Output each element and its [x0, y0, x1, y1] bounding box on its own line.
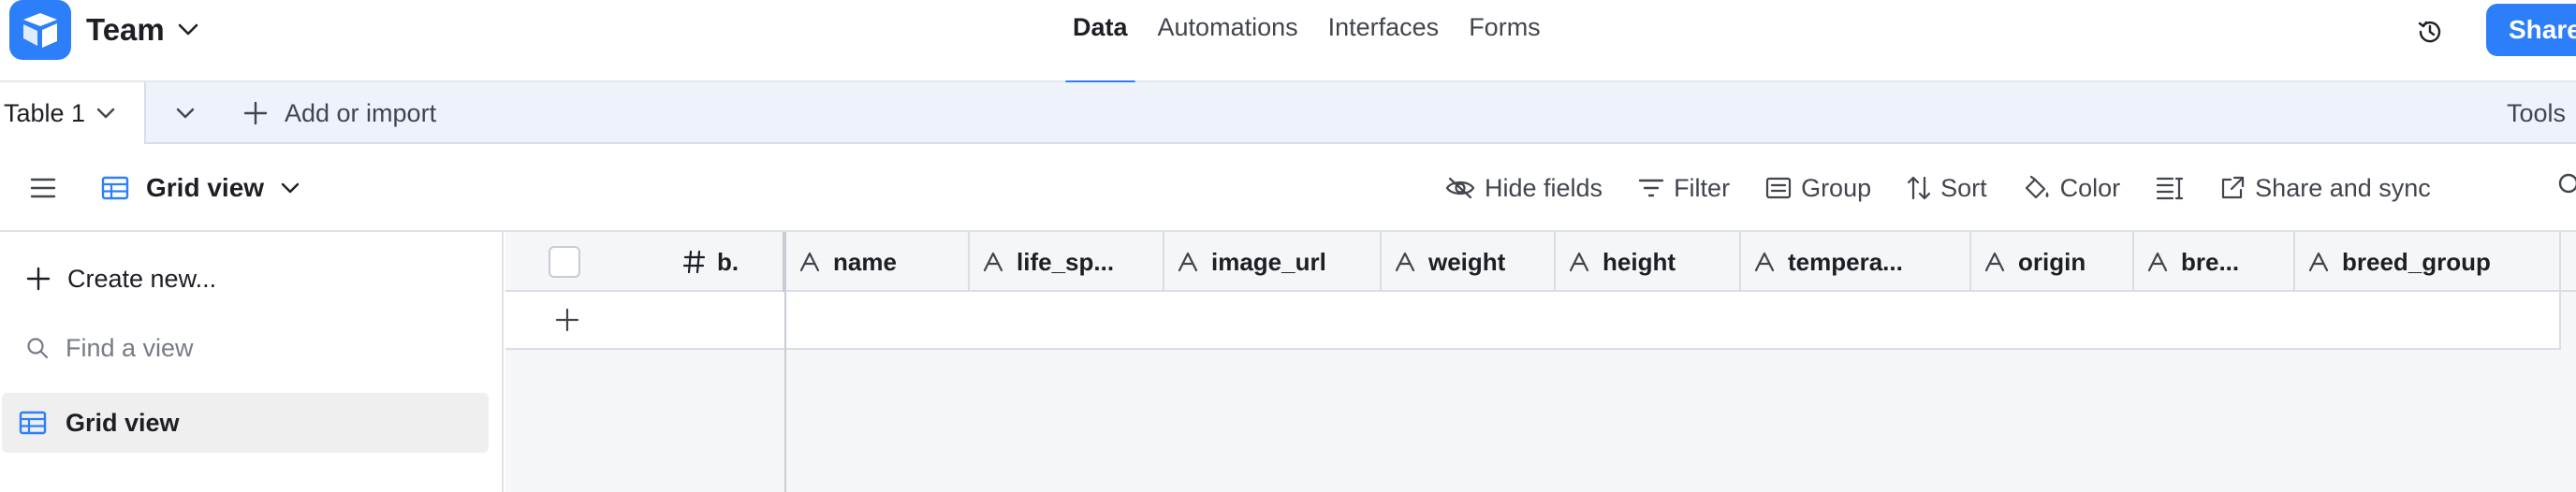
- group-button[interactable]: Group: [1765, 174, 1871, 203]
- tools-menu[interactable]: Tools: [2507, 82, 2566, 144]
- column-header-label: image_url: [1211, 247, 1326, 276]
- share-and-sync-label: Share and sync: [2255, 173, 2431, 202]
- current-view-name: Grid view: [146, 173, 265, 202]
- column-header[interactable]: weight: [1382, 232, 1556, 292]
- color-label: Color: [2059, 173, 2121, 202]
- create-new-label: Create new...: [67, 264, 217, 293]
- select-all-checkbox[interactable]: [549, 246, 580, 278]
- share-button[interactable]: Share: [2486, 4, 2576, 56]
- column-header-label: breed_group: [2342, 247, 2491, 276]
- group-label: Group: [1801, 173, 1872, 202]
- filter-label: Filter: [1674, 173, 1731, 202]
- column-header[interactable]: image_url: [1164, 232, 1382, 292]
- plus-icon: [555, 308, 579, 332]
- column-header-label: tempera...: [1788, 247, 1903, 276]
- text-field-icon: [799, 252, 820, 272]
- tab-table-1[interactable]: Table 1: [0, 82, 146, 144]
- row-height-button[interactable]: [2156, 176, 2184, 200]
- column-header-label: bre...: [2181, 247, 2240, 276]
- primary-field-label: b.: [717, 247, 739, 276]
- base-name: Team: [86, 12, 165, 47]
- search-icon[interactable]: [2557, 172, 2576, 210]
- text-field-icon: [1754, 252, 1775, 272]
- column-header[interactable]: bre...: [2134, 232, 2295, 292]
- sort-label: Sort: [1940, 173, 1987, 202]
- group-icon: [1765, 177, 1792, 199]
- grid-view-icon: [101, 176, 129, 200]
- add-or-import-label: Add or import: [285, 98, 437, 127]
- sidebar-item-label: Grid view: [66, 408, 180, 437]
- color-button[interactable]: Color: [2023, 173, 2121, 203]
- tab-interfaces[interactable]: Interfaces: [1313, 0, 1455, 82]
- add-record-button[interactable]: [549, 301, 586, 339]
- top-navigation: Data Automations Interfaces Forms: [1058, 0, 1556, 84]
- airtable-logo-icon[interactable]: [9, 0, 71, 60]
- column-header-label: weight: [1428, 247, 1506, 276]
- column-header[interactable]: origin: [1971, 232, 2134, 292]
- text-field-icon: [1178, 252, 1198, 272]
- column-header-label: life_sp...: [1017, 247, 1115, 276]
- plus-icon: [26, 267, 51, 291]
- sort-icon: [1907, 175, 1931, 201]
- add-or-import-button[interactable]: Add or import: [243, 82, 436, 144]
- text-field-icon: [2147, 252, 2168, 272]
- view-switcher[interactable]: Grid view: [101, 144, 300, 232]
- tab-forms[interactable]: Forms: [1454, 0, 1556, 82]
- history-icon[interactable]: [2409, 11, 2451, 52]
- text-field-icon: [1984, 252, 2005, 272]
- plus-icon: [243, 101, 268, 125]
- search-icon: [26, 337, 49, 359]
- frozen-column-divider: [784, 232, 786, 492]
- column-header[interactable]: height: [1556, 232, 1741, 292]
- find-view-search: [26, 329, 485, 367]
- row-height-icon: [2156, 176, 2184, 200]
- tab-automations[interactable]: Automations: [1143, 0, 1313, 82]
- chevron-down-icon: [178, 23, 198, 36]
- grid-header-row: b. name life_sp... image_url weight heig…: [505, 232, 2576, 292]
- sort-button[interactable]: Sort: [1907, 174, 1987, 203]
- grid-view-icon: [19, 411, 47, 435]
- hamburger-menu-icon[interactable]: [24, 169, 62, 207]
- frozen-header: b.: [505, 232, 784, 292]
- table-tabs-bar: Table 1 Add or import Tools: [0, 82, 2576, 144]
- column-header[interactable]: breed_group: [2295, 232, 2561, 292]
- share-and-sync-button[interactable]: Share and sync: [2219, 174, 2431, 203]
- tab-data[interactable]: Data: [1058, 0, 1143, 84]
- find-view-input[interactable]: [66, 333, 459, 363]
- column-header-label: origin: [2018, 247, 2086, 276]
- hide-fields-button[interactable]: Hide fields: [1445, 174, 1603, 203]
- column-header[interactable]: tempera...: [1741, 232, 1971, 292]
- column-headers: name life_sp... image_url weight height …: [786, 232, 2561, 292]
- text-field-icon: [2308, 252, 2329, 272]
- paint-bucket-icon: [2023, 175, 2051, 201]
- filter-button[interactable]: Filter: [1638, 174, 1730, 203]
- eye-slash-icon: [1445, 176, 1475, 200]
- number-field-icon: [683, 250, 706, 274]
- create-new-view-button[interactable]: Create new...: [26, 260, 216, 297]
- view-toolbar: Grid view Hide fields Filter Group Sort …: [0, 144, 2576, 232]
- hide-fields-label: Hide fields: [1485, 173, 1603, 202]
- primary-field-header[interactable]: b.: [683, 232, 739, 292]
- external-link-icon: [2219, 175, 2246, 201]
- view-actions: Hide fields Filter Group Sort Color Shar…: [1445, 144, 2466, 232]
- views-sidebar: Create new... Grid view: [0, 232, 504, 492]
- chevron-down-icon: [96, 108, 115, 119]
- text-field-icon: [1569, 252, 1589, 272]
- table-tab-label: Table 1: [4, 98, 86, 127]
- filter-icon: [1638, 178, 1664, 198]
- column-header[interactable]: name: [786, 232, 970, 292]
- text-field-icon: [983, 252, 1003, 272]
- sidebar-item-grid-view[interactable]: Grid view: [2, 393, 489, 453]
- column-header-label: height: [1603, 247, 1676, 276]
- chevron-down-icon: [176, 108, 195, 119]
- all-tables-dropdown[interactable]: [165, 93, 206, 134]
- add-record-row[interactable]: [505, 292, 2561, 350]
- text-field-icon: [1395, 252, 1415, 272]
- column-header-label: name: [833, 247, 897, 276]
- top-header: Team Data Automations Interfaces Forms S…: [0, 0, 2576, 84]
- base-name-menu[interactable]: Team: [86, 9, 198, 51]
- data-grid: b. name life_sp... image_url weight heig…: [505, 232, 2576, 492]
- chevron-down-icon: [281, 182, 300, 194]
- column-header[interactable]: life_sp...: [970, 232, 1164, 292]
